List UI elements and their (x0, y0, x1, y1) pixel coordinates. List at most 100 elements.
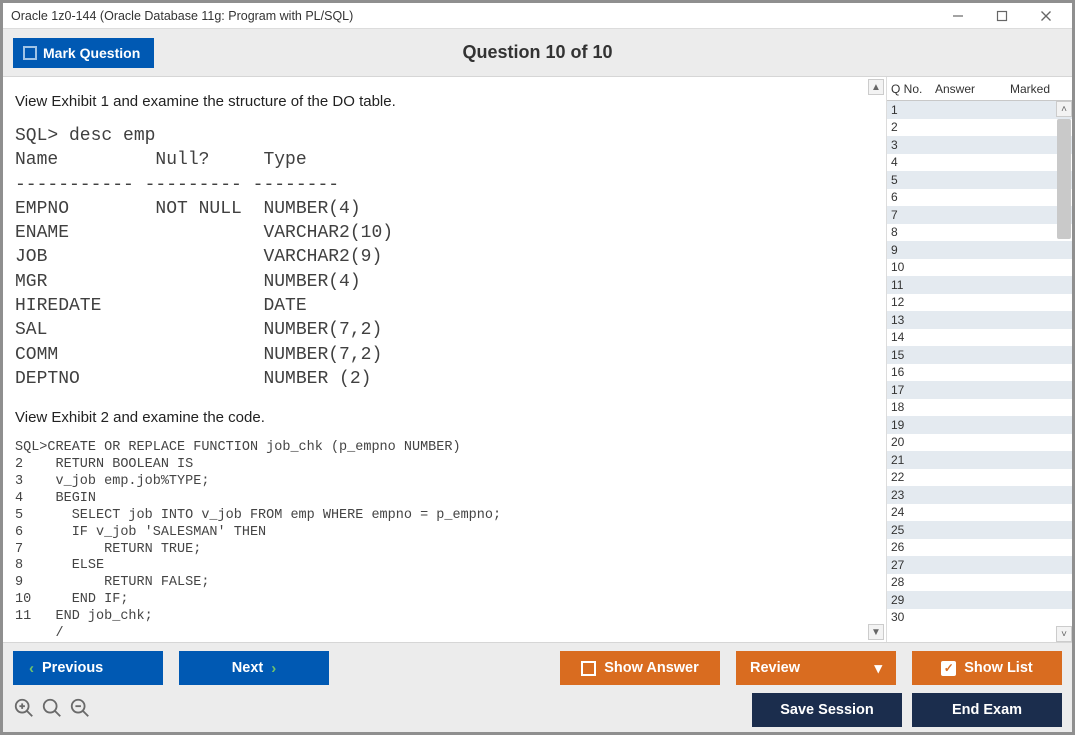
save-session-button[interactable]: Save Session (752, 693, 902, 727)
col-qno: Q No. (891, 82, 935, 96)
list-item[interactable]: 24 (887, 504, 1072, 522)
list-item[interactable]: 14 (887, 329, 1072, 347)
list-item[interactable]: 5 (887, 171, 1072, 189)
qno-cell: 23 (891, 488, 935, 502)
minimize-button[interactable] (936, 4, 980, 28)
zoom-in-icon[interactable] (13, 697, 35, 724)
footer-row-1: ‹ Previous Next › Show Answer Review ▾ ✓… (13, 651, 1062, 685)
previous-button[interactable]: ‹ Previous (13, 651, 163, 685)
list-item[interactable]: 15 (887, 346, 1072, 364)
show-answer-label: Show Answer (604, 660, 699, 676)
list-scroll-up-icon[interactable]: ˄ (1056, 101, 1072, 117)
checkbox-icon (23, 46, 37, 60)
qno-cell: 6 (891, 190, 935, 204)
qno-cell: 11 (891, 278, 935, 292)
list-item[interactable]: 4 (887, 154, 1072, 172)
list-item[interactable]: 7 (887, 206, 1072, 224)
question-list[interactable]: ˄ ˅ 123456789101112131415161718192021222… (887, 101, 1072, 642)
previous-label: Previous (42, 660, 103, 676)
list-item[interactable]: 3 (887, 136, 1072, 154)
list-item[interactable]: 19 (887, 416, 1072, 434)
list-item[interactable]: 28 (887, 574, 1072, 592)
review-label: Review (750, 660, 800, 676)
close-button[interactable] (1024, 4, 1068, 28)
list-item[interactable]: 18 (887, 399, 1072, 417)
maximize-icon (996, 10, 1008, 22)
exhibit1-text: View Exhibit 1 and examine the structure… (15, 93, 874, 110)
list-item[interactable]: 30 (887, 609, 1072, 627)
qno-cell: 21 (891, 453, 935, 467)
qno-cell: 30 (891, 610, 935, 624)
list-item[interactable]: 20 (887, 434, 1072, 452)
list-scroll-down-icon[interactable]: ˅ (1056, 626, 1072, 642)
zoom-reset-icon[interactable] (41, 697, 63, 724)
chevron-down-icon: ▾ (874, 659, 882, 677)
show-list-button[interactable]: ✓ Show List (912, 651, 1062, 685)
qno-cell: 12 (891, 295, 935, 309)
list-item[interactable]: 21 (887, 451, 1072, 469)
question-counter: Question 10 of 10 (462, 42, 612, 63)
qno-cell: 20 (891, 435, 935, 449)
maximize-button[interactable] (980, 4, 1024, 28)
qno-cell: 2 (891, 120, 935, 134)
list-item[interactable]: 17 (887, 381, 1072, 399)
list-item[interactable]: 6 (887, 189, 1072, 207)
qno-cell: 17 (891, 383, 935, 397)
body-area: ▲ View Exhibit 1 and examine the structu… (3, 77, 1072, 642)
qno-cell: 15 (891, 348, 935, 362)
qno-cell: 18 (891, 400, 935, 414)
scroll-down-icon[interactable]: ▼ (868, 624, 884, 640)
review-button[interactable]: Review ▾ (736, 651, 896, 685)
qno-cell: 1 (891, 103, 935, 117)
list-item[interactable]: 27 (887, 556, 1072, 574)
qno-cell: 24 (891, 505, 935, 519)
qno-cell: 28 (891, 575, 935, 589)
scroll-up-icon[interactable]: ▲ (868, 79, 884, 95)
exhibit2-text: View Exhibit 2 and examine the code. (15, 409, 874, 426)
list-item[interactable]: 1 (887, 101, 1072, 119)
list-item[interactable]: 11 (887, 276, 1072, 294)
list-item[interactable]: 23 (887, 486, 1072, 504)
list-item[interactable]: 22 (887, 469, 1072, 487)
chevron-right-icon: › (271, 660, 276, 677)
list-item[interactable]: 2 (887, 119, 1072, 137)
col-answer: Answer (935, 82, 1010, 96)
list-item[interactable]: 8 (887, 224, 1072, 242)
list-item[interactable]: 9 (887, 241, 1072, 259)
list-item[interactable]: 12 (887, 294, 1072, 312)
qno-cell: 26 (891, 540, 935, 554)
close-icon (1040, 10, 1052, 22)
mark-question-label: Mark Question (43, 45, 140, 61)
list-item[interactable]: 13 (887, 311, 1072, 329)
footer-bar: ‹ Previous Next › Show Answer Review ▾ ✓… (3, 642, 1072, 732)
question-pane[interactable]: ▲ View Exhibit 1 and examine the structu… (3, 77, 886, 642)
list-item[interactable]: 25 (887, 521, 1072, 539)
scrollbar-thumb[interactable] (1057, 119, 1071, 239)
question-list-header: Q No. Answer Marked (887, 77, 1072, 101)
app-window: Oracle 1z0-144 (Oracle Database 11g: Pro… (0, 0, 1075, 735)
show-answer-button[interactable]: Show Answer (560, 651, 720, 685)
qno-cell: 25 (891, 523, 935, 537)
qno-cell: 10 (891, 260, 935, 274)
next-label: Next (232, 660, 263, 676)
window-title: Oracle 1z0-144 (Oracle Database 11g: Pro… (11, 9, 353, 23)
exhibit1-sql: SQL> desc emp Name Null? Type ----------… (15, 124, 874, 391)
end-exam-button[interactable]: End Exam (912, 693, 1062, 727)
mark-question-button[interactable]: Mark Question (13, 38, 154, 68)
qno-cell: 9 (891, 243, 935, 257)
list-item[interactable]: 29 (887, 591, 1072, 609)
qno-cell: 3 (891, 138, 935, 152)
list-item[interactable]: 10 (887, 259, 1072, 277)
show-list-label: Show List (964, 660, 1032, 676)
exhibit2-sql: SQL>CREATE OR REPLACE FUNCTION job_chk (… (15, 440, 874, 642)
list-item[interactable]: 26 (887, 539, 1072, 557)
next-button[interactable]: Next › (179, 651, 329, 685)
checkbox-icon (581, 661, 596, 676)
zoom-out-icon[interactable] (69, 697, 91, 724)
list-item[interactable]: 16 (887, 364, 1072, 382)
qno-cell: 4 (891, 155, 935, 169)
qno-cell: 8 (891, 225, 935, 239)
qno-cell: 22 (891, 470, 935, 484)
qno-cell: 16 (891, 365, 935, 379)
check-icon: ✓ (941, 661, 956, 676)
